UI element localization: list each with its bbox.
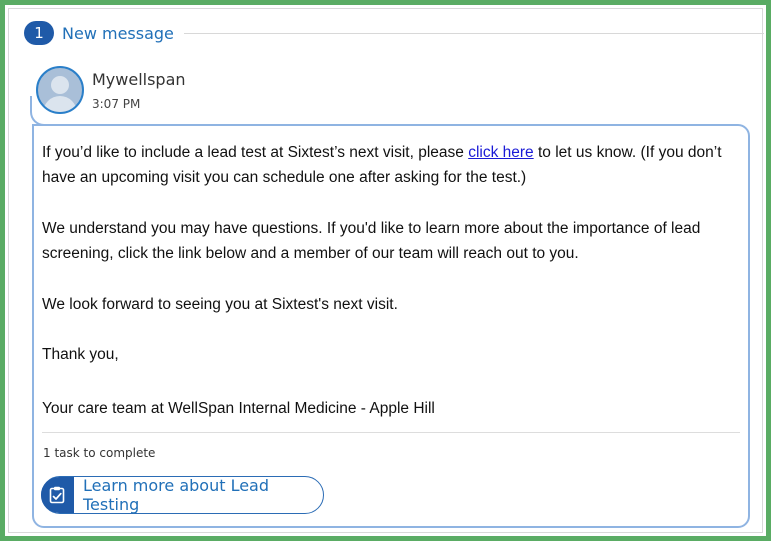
message-closing: Thank you, bbox=[42, 346, 119, 363]
avatar-body bbox=[43, 96, 77, 112]
message-paragraph-2: We understand you may have questions. If… bbox=[42, 220, 701, 262]
message-paragraph-3: We look forward to seeing you at Sixtest… bbox=[42, 296, 398, 313]
divider-line bbox=[183, 32, 764, 34]
paragraph-1-text-start: If you’d like to include a lead test at … bbox=[42, 144, 469, 161]
message-signature: Your care team at WellSpan Internal Medi… bbox=[42, 400, 435, 417]
task-count-label: 1 task to complete bbox=[43, 446, 156, 460]
avatar-head bbox=[51, 76, 69, 94]
new-message-divider: 1 New message bbox=[24, 20, 764, 46]
clipboard-check-icon bbox=[41, 477, 74, 513]
new-message-label: New message bbox=[62, 23, 174, 43]
message-paragraph-1: If you’d like to include a lead test at … bbox=[42, 140, 732, 190]
task-separator bbox=[42, 432, 740, 433]
sender-name: Mywellspan bbox=[92, 70, 186, 89]
task-button-label: Learn more about Lead Testing bbox=[82, 476, 270, 514]
click-here-link[interactable]: click here bbox=[468, 144, 533, 161]
new-count-badge: 1 bbox=[24, 21, 54, 45]
message-timestamp: 3:07 PM bbox=[92, 97, 141, 111]
lead-testing-task-button[interactable]: Learn more about Lead Testing bbox=[41, 476, 324, 514]
